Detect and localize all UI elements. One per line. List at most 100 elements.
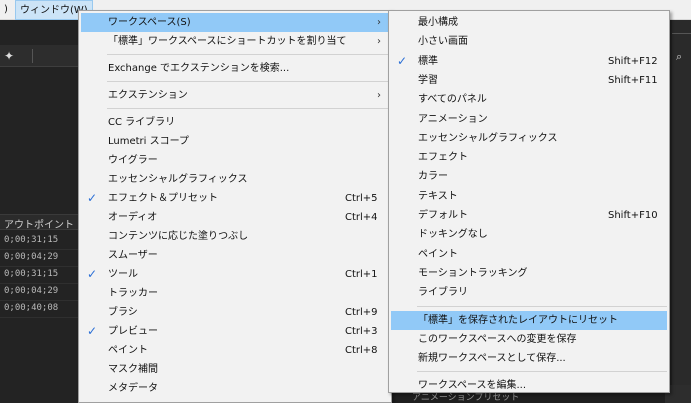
menu-item[interactable]: 「標準」ワークスペースにショートカットを割り当て › [81,32,389,51]
timeline-row-divider [0,317,80,318]
toolbar-divider [32,49,33,63]
panel-divider [672,33,691,34]
menu-item-shortcut: Ctrl+5 [345,193,378,204]
menu-item[interactable]: ブラシ Ctrl+9 [81,303,389,322]
menu-item-label: 最小構成 [418,17,458,28]
menu-item-shortcut: Shift+F12 [608,55,658,67]
menu-item-label: Exchange でエクステンションを検索... [108,63,290,74]
menu-item[interactable]: エッセンシャルグラフィックス [391,129,667,148]
menu-item[interactable]: Exchange でエクステンションを検索... [81,59,389,78]
pin-icon[interactable]: ✦ [4,49,14,63]
menu-item[interactable]: テキスト [391,187,667,206]
timeline-out-point-value[interactable]: 0;00;04;29 [4,252,58,262]
menu-item[interactable]: Lumetri スコープ [81,132,389,151]
menu-item-label: エクステンション [108,90,188,101]
menu-item-label: プレビュー [108,326,158,337]
menu-separator [107,81,389,82]
menu-item[interactable]: オーディオ Ctrl+4 [81,208,389,227]
menu-item-shortcut: Ctrl+3 [345,326,378,337]
submenu-chevron-icon: › [377,36,381,47]
menu-item[interactable]: エフェクト [391,148,667,167]
menu-item-label: アニメーション [418,113,488,125]
menu-item[interactable]: CC ライブラリ [81,113,389,132]
menu-item[interactable]: ペイント Ctrl+8 [81,341,389,360]
menu-item[interactable]: マスク補間 [81,360,389,379]
menu-item[interactable]: 小さい画面 [391,32,667,51]
menu-item[interactable]: モーショントラッキング [391,264,667,283]
menu-item-label: ペイント [418,248,458,260]
menu-separator [107,108,389,109]
menu-item-label: 「標準」ワークスペースにショートカットを割り当て [108,36,347,47]
menu-item[interactable]: ✓ エフェクト＆プリセット Ctrl+5 [81,189,389,208]
menu-item[interactable]: ✓ 標準 Shift+F12 [391,52,667,71]
menubar-item-fragment[interactable]: ) [0,0,12,20]
menu-separator [417,371,667,373]
checkmark-icon: ✓ [397,53,408,68]
menu-item-label: Lumetri スコープ [108,136,190,147]
menu-item-label: すべてのパネル [418,94,487,106]
menu-item-label: トラッカー [108,288,158,299]
menu-item-label: ワークスペース(S) [108,17,191,28]
menu-item-label: エッセンシャルグラフィックス [108,174,248,185]
menu-item-shortcut: Shift+F11 [608,74,658,86]
checkmark-icon: ✓ [87,324,98,338]
menu-item-label: オーディオ [108,212,158,223]
menu-item[interactable]: エクステンション › [81,86,389,105]
out-point-column-label: アウトポイント [4,220,74,231]
menu-item[interactable]: ウイグラー [81,151,389,170]
timeline-row-divider [0,300,80,301]
menu-item-label: ライブラリ [418,287,468,299]
menu-item-label: 新規ワークスペースとして保存... [418,353,566,365]
menu-item[interactable]: ライブラリ [391,283,667,302]
menu-item[interactable]: ワークスペース(S) › [81,13,389,32]
menu-item[interactable]: 新規ワークスペースとして保存... [391,349,667,368]
menu-item[interactable]: コンテンツに応じた塗りつぶし [81,227,389,246]
menu-item-label: スムーザー [108,250,158,261]
menu-item[interactable]: このワークスペースへの変更を保存 [391,330,667,349]
menu-item[interactable]: ペイント [391,245,667,264]
menu-item[interactable]: 最小構成 [391,13,667,32]
menu-item[interactable]: ドッキングなし [391,225,667,244]
menu-item-label: エッセンシャルグラフィックス [418,132,558,144]
menu-item-label: ツール [108,269,138,280]
menu-item-label: テキスト [418,190,458,202]
menu-item[interactable]: エッセンシャルグラフィックス [81,170,389,189]
menu-item-label: CC ライブラリ [108,117,176,128]
menu-item-shortcut: Ctrl+4 [345,212,378,223]
menu-item[interactable]: すべてのパネル [391,90,667,109]
menu-item-label: マスク補間 [108,364,158,375]
menu-item-label: ドッキングなし [418,229,488,241]
menu-item-label: エフェクト＆プリセット [108,193,218,204]
right-panel-strip [672,20,691,403]
menu-item[interactable]: 「標準」を保存されたレイアウトにリセット [391,310,667,330]
timeline-row-divider [0,249,80,250]
menu-item[interactable]: アニメーション [391,110,667,129]
menu-item-label: ブラシ [108,307,138,318]
menu-item[interactable]: 学習 Shift+F11 [391,71,667,90]
workspace-submenu: 最小構成小さい画面 ✓ 標準 Shift+F12 学習 Shift+F11 すべてのパネルア… [388,10,670,393]
menu-item-shortcut: Ctrl+1 [345,269,378,280]
checkmark-icon: ✓ [87,267,98,281]
menu-item[interactable]: メタデータ [81,379,389,398]
menu-item[interactable]: ✓ プレビュー Ctrl+3 [81,322,389,341]
menu-item[interactable]: カラー [391,167,667,186]
menu-item-label: 小さい画面 [418,36,468,48]
menu-item[interactable]: デフォルト Shift+F10 [391,206,667,225]
menu-item-label: カラー [418,171,448,183]
timeline-out-point-value[interactable]: 0;00;40;08 [4,303,58,313]
menu-item-label: コンテンツに応じた塗りつぶし [108,231,249,242]
menu-item[interactable]: ワークスペースを編集... [391,376,667,392]
timeline-column-header[interactable]: アウトポイント [0,214,80,231]
search-icon[interactable]: ⌕ [676,50,682,64]
menu-item-shortcut: Shift+F10 [608,210,658,221]
timeline-out-point-value[interactable]: 0;00;31;15 [4,269,58,279]
menu-item[interactable]: スムーザー [81,246,389,265]
menu-item-shortcut: Ctrl+9 [345,307,378,318]
menu-item-shortcut: Ctrl+8 [345,345,378,356]
menu-item[interactable]: ✓ ツール Ctrl+1 [81,265,389,284]
menu-item-label: 「標準」を保存されたレイアウトにリセット [418,314,618,326]
timeline-out-point-value[interactable]: 0;00;31;15 [4,235,58,245]
menu-item[interactable]: トラッカー [81,284,389,303]
timeline-out-point-value[interactable]: 0;00;04;29 [4,286,58,296]
menu-item-label: このワークスペースへの変更を保存 [418,333,577,345]
